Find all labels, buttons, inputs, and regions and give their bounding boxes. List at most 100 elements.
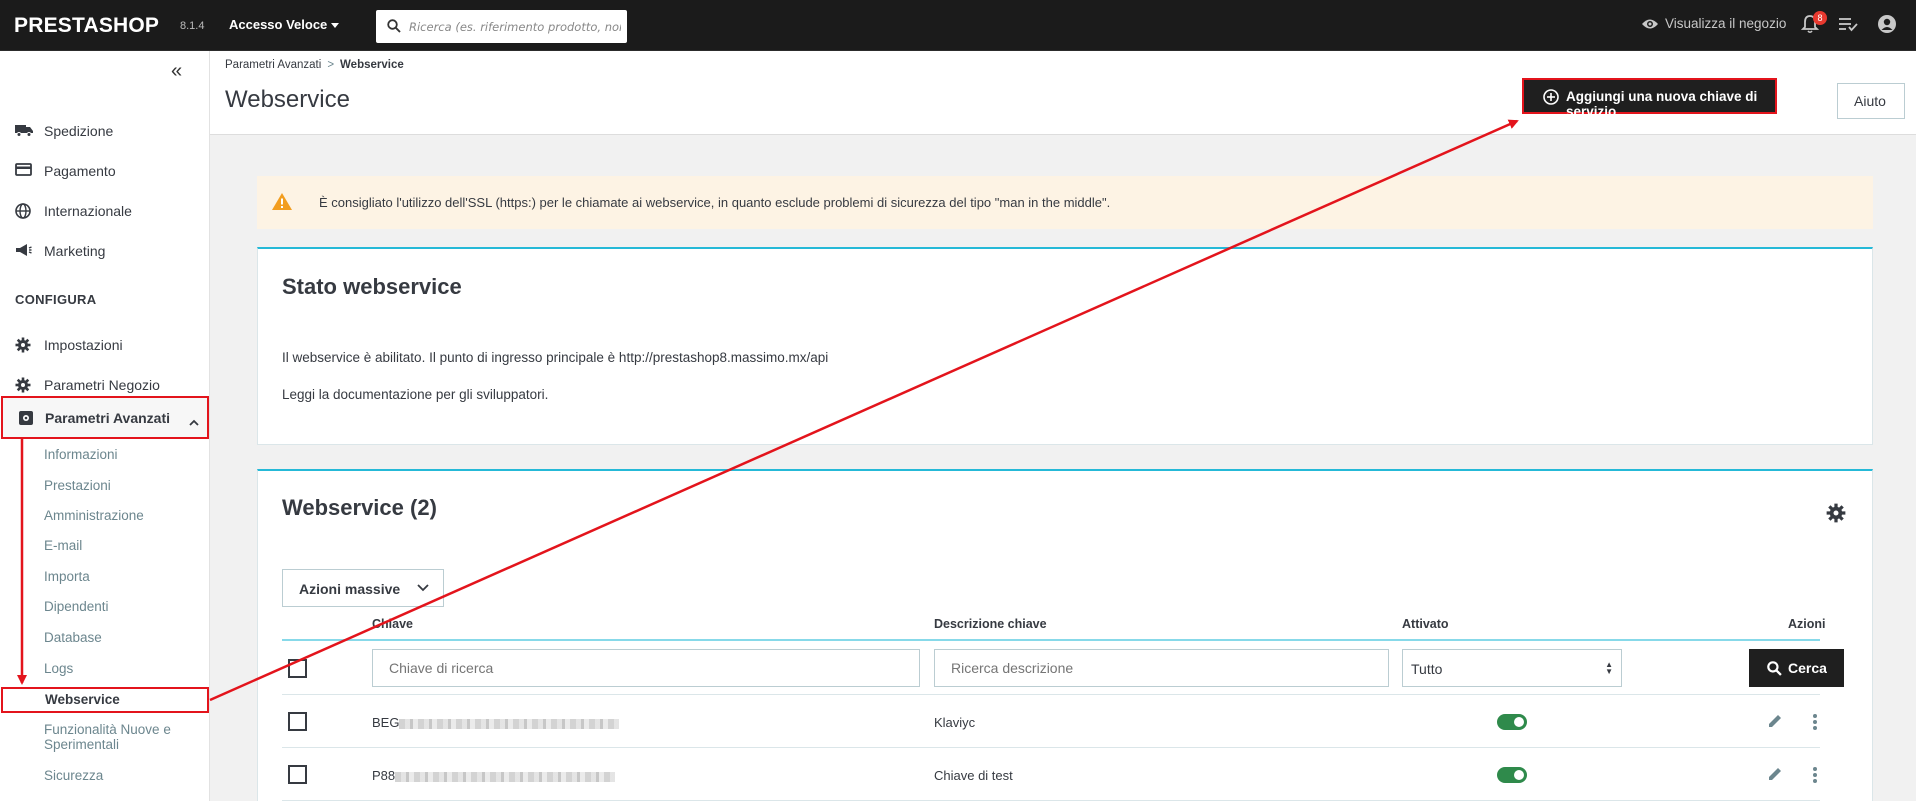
active-filter-select[interactable]: Tutto ▲ ▼ [1402,649,1622,687]
add-service-key-button[interactable]: Aggiungi una nuova chiave di servizio [1522,78,1777,119]
edit-icon[interactable] [1767,766,1783,787]
chevron-down-icon [417,584,429,592]
active-toggle[interactable] [1497,767,1527,783]
alert-text: È consigliato l'utilizzo dell'SSL (https… [319,195,1111,210]
webservice-list-panel: Webservice (2) Azioni massive Chiave Des… [257,469,1873,801]
prestashop-logo[interactable]: PRESTASHOP [14,14,159,38]
select-all-checkbox[interactable] [288,659,307,678]
column-header-key[interactable]: Chiave [372,617,413,631]
active-filter-value: Tutto [1411,661,1443,677]
webservice-status-panel: Stato webservice Il webservice è abilita… [257,247,1873,445]
page-header: Parametri Avanzati > Webservice Webservice… [210,51,1916,135]
warning-icon [272,193,292,210]
notifications-button[interactable]: 8 [1800,11,1827,39]
sidebar-subitem-dipendenti[interactable]: Dipendenti [44,599,109,614]
column-header-actions: Azioni [1788,617,1826,631]
redacted-key [395,771,616,782]
add-service-key-label: Aggiungi una nuova chiave di servizio [1566,89,1758,119]
sidebar-subitem-email[interactable]: E-mail [44,538,82,553]
view-shop-label: Visualizza il negozio [1665,16,1787,31]
checklist-icon [1839,18,1858,32]
sidebar-item-impostazioni[interactable]: Impostazioni [0,327,210,363]
breadcrumb-parent[interactable]: Parametri Avanzati [225,59,321,71]
plus-circle-icon [1543,89,1559,105]
panel-title: Stato webservice [282,274,462,299]
sidebar-item-label: Parametri Avanzati [45,410,171,426]
table-header-divider [282,639,1820,641]
help-button[interactable]: Aiuto [1837,83,1905,119]
description-filter-input[interactable] [934,649,1389,687]
chevron-up-icon [189,413,199,431]
breadcrumb-current: Webservice [340,59,404,71]
row-checkbox[interactable] [288,765,307,784]
docs-link[interactable]: Leggi la documentazione per gli sviluppa… [282,387,548,402]
search-input[interactable] [409,10,621,43]
search-button-label: Cerca [1788,660,1827,676]
ssl-warning-alert: È consigliato l'utilizzo dell'SSL (https… [257,176,1873,229]
user-avatar-icon [1878,15,1896,33]
column-header-active[interactable]: Attivato [1402,617,1449,631]
search-icon [1767,661,1782,676]
top-bar: PRESTASHOP 8.1.4 Accesso Veloce Visualiz… [0,0,1916,51]
sidebar-item-label: Pagamento [44,163,116,179]
sidebar-item-pagamento[interactable]: Pagamento [0,153,210,189]
caret-down-icon [331,23,340,29]
active-toggle[interactable] [1497,714,1527,730]
notification-badge: 8 [1813,11,1827,25]
breadcrumb-separator: > [327,59,335,71]
key-filter-input[interactable] [372,649,920,687]
quick-access-label: Accesso Veloce [229,17,328,32]
sidebar-subitem-amministrazione[interactable]: Amministrazione [44,508,144,523]
gear-icon[interactable] [1826,503,1846,528]
quick-access-dropdown[interactable]: Accesso Veloce [229,17,340,32]
sidebar-subitem-webservice[interactable]: Webservice [1,687,209,713]
bulk-actions-label: Azioni massive [299,581,401,597]
sidebar-item-spedizione[interactable]: Spedizione [0,113,210,149]
more-actions-icon[interactable] [1812,766,1818,789]
description-cell: Klaviyc [934,715,976,730]
sidebar-subitem-label: Webservice [45,692,120,707]
column-header-description[interactable]: Descrizione chiave [934,617,1047,631]
sidebar-item-label: Parametri Negozio [44,377,160,393]
sidebar-item-label: Marketing [44,243,106,259]
key-cell: BEG [372,715,620,730]
megaphone-icon [15,243,32,260]
key-prefix: P88 [372,768,396,783]
sidebar-subitem-prestazioni[interactable]: Prestazioni [44,478,111,493]
view-shop-link[interactable]: Visualizza il negozio [1641,16,1786,31]
panel-title: Webservice (2) [282,495,437,520]
row-checkbox[interactable] [288,712,307,731]
settings-box-icon [18,410,34,431]
sidebar-item-parametri-avanzati[interactable]: Parametri Avanzati [1,396,209,439]
tasks-button[interactable] [1838,16,1858,37]
user-menu-button[interactable] [1877,14,1897,39]
edit-icon[interactable] [1767,713,1783,734]
gear-icon [15,337,31,356]
sidebar-item-internazionale[interactable]: Internazionale [0,193,210,229]
help-label: Aiuto [1854,93,1886,109]
sidebar-subitem-logs[interactable]: Logs [44,661,73,676]
sidebar-subitem-importa[interactable]: Importa [44,569,90,584]
truck-icon [15,123,33,140]
collapse-sidebar-icon[interactable]: « [171,60,182,83]
sidebar-subitem-informazioni[interactable]: Informazioni [44,447,118,462]
sidebar-item-marketing[interactable]: Marketing [0,233,210,269]
credit-card-icon [15,163,32,179]
more-actions-icon[interactable] [1812,713,1818,736]
section-title-configura: CONFIGURA [15,292,97,307]
redacted-key [399,718,620,729]
sidebar-item-label: Spedizione [44,123,114,139]
sidebar-subitem-funzionalita[interactable]: Funzionalità Nuove e [44,722,171,737]
version-label: 8.1.4 [180,20,205,32]
sidebar-subitem-sicurezza[interactable]: Sicurezza [44,768,103,783]
eye-icon [1642,19,1658,29]
breadcrumb: Parametri Avanzati > Webservice [225,59,404,71]
sidebar-subitem-database[interactable]: Database [44,630,102,645]
key-prefix: BEG [372,715,400,730]
search-box[interactable] [376,10,627,43]
search-button[interactable]: Cerca [1749,649,1844,687]
sidebar-item-label: Internazionale [44,203,132,219]
sidebar-subitem-funzionalita-line2[interactable]: Sperimentali [44,737,119,752]
bulk-actions-dropdown[interactable]: Azioni massive [282,569,444,607]
row-divider [282,694,1820,695]
